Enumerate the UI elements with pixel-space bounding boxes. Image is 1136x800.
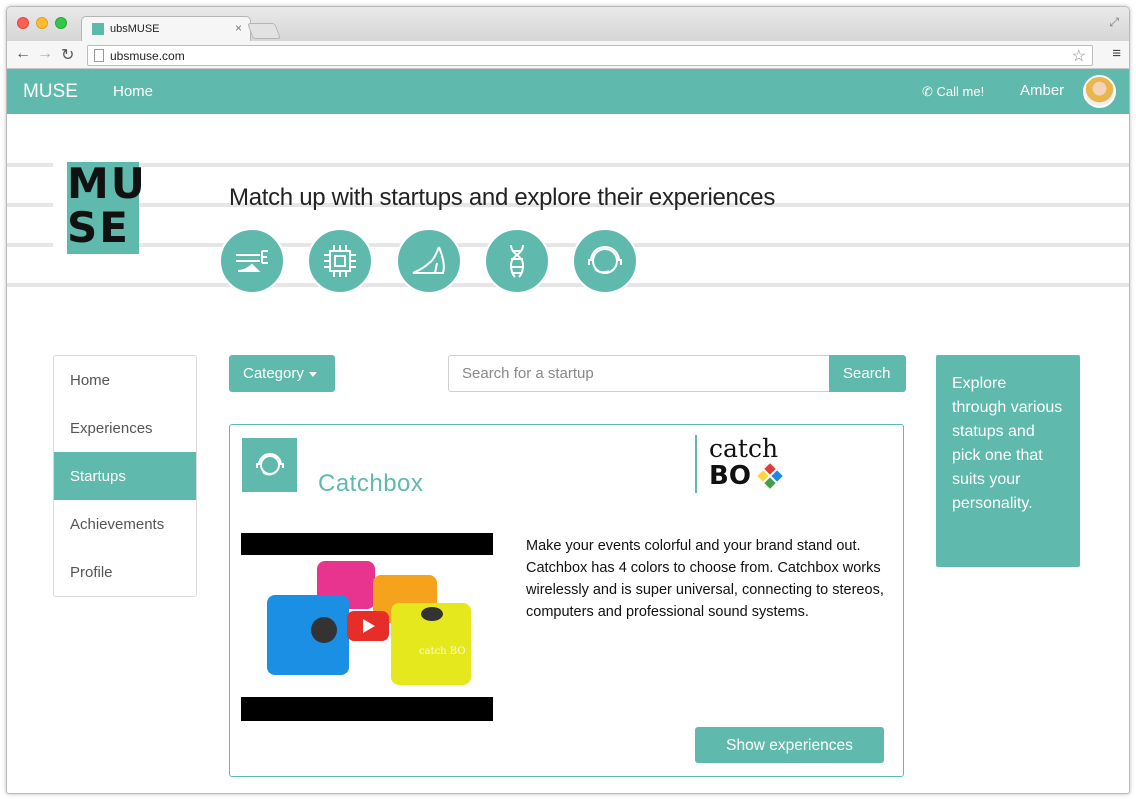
sidebar-nav: Home Experiences Startups Achievements P… bbox=[53, 355, 197, 597]
sidebar-item-achievements[interactable]: Achievements bbox=[54, 500, 196, 548]
show-experiences-button[interactable]: Show experiences bbox=[695, 727, 884, 763]
zoom-window-button[interactable] bbox=[55, 17, 67, 29]
address-bar[interactable]: ubsmuse.com ☆ bbox=[87, 45, 1093, 66]
hero-tagline: Match up with startups and explore their… bbox=[229, 184, 776, 211]
tab-strip: ubsMUSE × ⤢ bbox=[7, 7, 1129, 42]
browser-tab[interactable]: ubsMUSE × bbox=[81, 16, 251, 42]
category-dropdown[interactable]: Category bbox=[229, 355, 335, 392]
bookmark-star-icon[interactable]: ☆ bbox=[1072, 46, 1086, 66]
logo-text-line1: MU bbox=[67, 159, 147, 208]
sidebar-item-home[interactable]: Home bbox=[54, 356, 196, 404]
sidebar-item-experiences[interactable]: Experiences bbox=[54, 404, 196, 452]
browser-menu-icon[interactable]: ≡ bbox=[1112, 45, 1121, 62]
startup-card: Catchbox catch BO catch BO Make your eve… bbox=[229, 424, 904, 777]
cube-button-icon bbox=[421, 607, 443, 621]
logo-diamond-icon bbox=[757, 463, 783, 489]
browser-toolbar: ← → ↻ ubsmuse.com ☆ ≡ bbox=[7, 41, 1129, 69]
hero-fade bbox=[7, 114, 1129, 140]
cube-label: catch BO bbox=[419, 646, 466, 657]
muse-logo: MU SE bbox=[53, 162, 145, 254]
video-thumbnail: catch BO bbox=[241, 555, 493, 697]
logo-bottom-text: BO bbox=[709, 462, 791, 490]
video-player[interactable]: catch BO bbox=[241, 533, 493, 721]
headset-icon[interactable] bbox=[572, 228, 638, 294]
search-field-wrapper bbox=[448, 355, 830, 392]
logo-text-line2: SE bbox=[67, 203, 130, 252]
cube-button-icon bbox=[311, 617, 337, 643]
blue-cube bbox=[267, 595, 349, 675]
sidebar-item-profile[interactable]: Profile bbox=[54, 548, 196, 596]
nav-home-link[interactable]: Home bbox=[113, 83, 153, 100]
tab-title: ubsMUSE bbox=[110, 23, 160, 35]
browser-window: ubsMUSE × ⤢ ← → ↻ ubsmuse.com ☆ ≡ MUSE H… bbox=[6, 6, 1130, 794]
info-box: Explore through various statups and pick… bbox=[936, 355, 1080, 567]
search-button[interactable]: Search bbox=[829, 355, 906, 392]
minimize-window-button[interactable] bbox=[36, 17, 48, 29]
hero-banner: MU SE Match up with startups and explore… bbox=[7, 114, 1129, 323]
chip-icon[interactable] bbox=[307, 228, 373, 294]
new-tab-button[interactable] bbox=[247, 23, 281, 39]
logo-top-text: catch bbox=[709, 434, 779, 463]
logo-stripe bbox=[53, 162, 67, 254]
brand-link[interactable]: MUSE bbox=[23, 81, 78, 103]
logo-bottom-letters: BO bbox=[709, 461, 751, 491]
top-navbar: MUSE Home ✆ Call me! Amber bbox=[7, 69, 1129, 114]
fintech-icon[interactable] bbox=[219, 228, 285, 294]
category-label: Category bbox=[243, 365, 304, 382]
startup-description: Make your events colorful and your brand… bbox=[526, 538, 884, 620]
catchbox-logo: catch BO bbox=[695, 435, 791, 493]
play-icon[interactable] bbox=[347, 611, 389, 641]
user-name[interactable]: Amber bbox=[1020, 82, 1064, 99]
caret-down-icon bbox=[308, 371, 317, 377]
fullscreen-icon[interactable]: ⤢ bbox=[1109, 15, 1119, 30]
startup-title: Catchbox bbox=[318, 470, 424, 497]
url-text: ubsmuse.com bbox=[110, 49, 185, 63]
reload-icon[interactable]: ↻ bbox=[61, 45, 74, 65]
favicon-icon bbox=[92, 23, 104, 35]
page-icon bbox=[94, 49, 104, 62]
call-me-link[interactable]: ✆ Call me! bbox=[922, 84, 984, 100]
high-heel-icon[interactable] bbox=[396, 228, 462, 294]
dna-icon[interactable] bbox=[484, 228, 550, 294]
headset-icon bbox=[242, 438, 297, 492]
back-arrow-icon[interactable]: ← bbox=[15, 45, 31, 63]
sidebar-item-startups[interactable]: Startups bbox=[54, 452, 196, 500]
forward-arrow-icon[interactable]: → bbox=[37, 45, 53, 63]
avatar[interactable] bbox=[1083, 75, 1116, 108]
search-input[interactable] bbox=[449, 356, 829, 391]
close-window-button[interactable] bbox=[17, 17, 29, 29]
tab-close-icon[interactable]: × bbox=[235, 21, 242, 35]
